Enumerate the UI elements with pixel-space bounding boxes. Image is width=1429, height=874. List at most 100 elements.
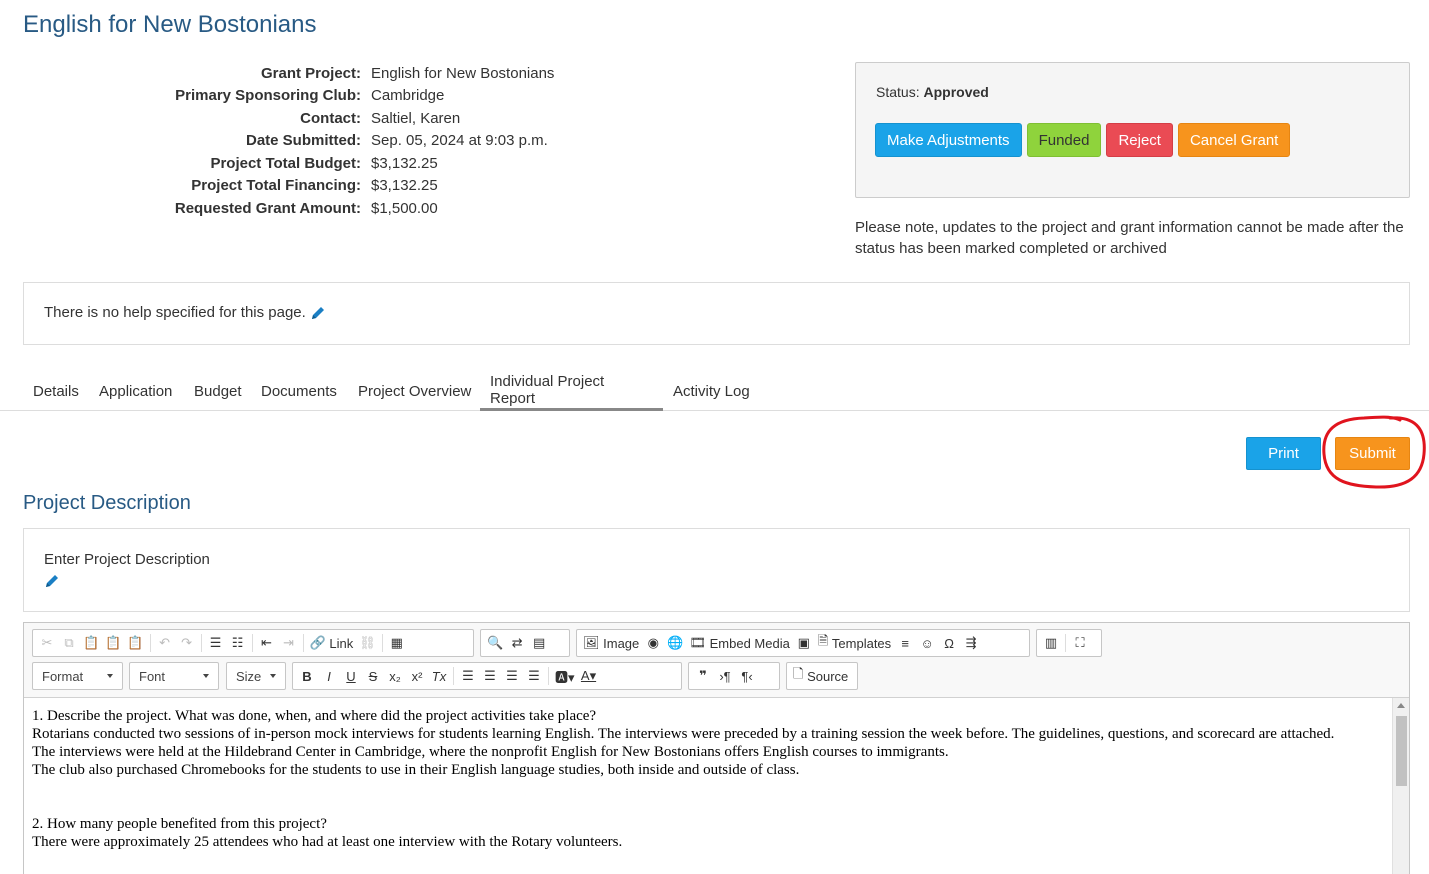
scroll-up-arrow-icon[interactable]	[1397, 703, 1405, 708]
special-char-icon[interactable]: Ω	[938, 632, 960, 654]
editor-line: Rotarians conducted two sessions of in-p…	[32, 726, 1335, 742]
toolbar-group-block: ❞ ›¶ ¶‹	[688, 662, 780, 690]
editor-scrollbar[interactable]	[1392, 698, 1409, 874]
tab-budget[interactable]: Budget	[184, 372, 252, 411]
link-label: Link	[329, 635, 354, 651]
redo-icon[interactable]: ↷	[176, 632, 198, 654]
maximize-icon[interactable]: ⛶	[1069, 632, 1091, 654]
paste-icon[interactable]: 📋	[80, 632, 102, 654]
bulleted-list-icon[interactable]: ☷	[227, 632, 249, 654]
size-label: Size	[236, 668, 262, 684]
make-adjustments-button[interactable]: Make Adjustments	[875, 123, 1022, 157]
tab-project-overview[interactable]: Project Overview	[348, 372, 481, 411]
remove-format-icon[interactable]: Tx	[428, 665, 450, 687]
align-justify-icon[interactable]: ☰	[523, 665, 545, 687]
status-line: Status: Approved	[876, 84, 989, 100]
description-prompt: Enter Project Description	[44, 551, 210, 568]
toolbar-group-clipboard: ✂ ⧉ 📋 📋 📋 ↶ ↷ ☰ ☷ ⇤ ⇥ 🔗 Link ⛓ ▦	[32, 629, 474, 657]
blockquote-icon[interactable]: ❞	[692, 665, 714, 687]
strikethrough-icon[interactable]: S	[362, 665, 384, 687]
templates-button[interactable]: 🗎 Templates	[815, 632, 894, 654]
funded-button[interactable]: Funded	[1026, 123, 1102, 157]
info-label: Contact:	[300, 109, 361, 127]
info-value: $1,500.00	[371, 199, 438, 217]
flash-icon[interactable]: ◉	[642, 632, 664, 654]
format-dropdown[interactable]: Format	[32, 662, 123, 690]
info-value: $3,132.25	[371, 154, 438, 172]
cancel-grant-button[interactable]: Cancel Grant	[1177, 123, 1291, 157]
tab-individual-project-report[interactable]: Individual Project Report	[480, 372, 663, 411]
horizontal-rule-icon[interactable]: ≡	[894, 632, 916, 654]
info-label: Requested Grant Amount:	[174, 199, 361, 217]
size-dropdown[interactable]: Size	[226, 662, 286, 690]
info-row-total-financing: Project Total Financing: $3,132.25	[23, 175, 554, 198]
italic-icon[interactable]: I	[318, 665, 340, 687]
ltr-icon[interactable]: ›¶	[714, 665, 736, 687]
info-label: Project Total Budget:	[210, 154, 361, 172]
superscript-icon[interactable]: x²	[406, 665, 428, 687]
tab-details[interactable]: Details	[23, 372, 89, 411]
scroll-thumb[interactable]	[1396, 716, 1407, 786]
editor-line: 1. Describe the project. What was done, …	[32, 708, 597, 724]
section-title: Project Description	[23, 492, 191, 514]
embed-media-button[interactable]: 🎞 Embed Media	[686, 632, 792, 654]
image-button[interactable]: 🖼 Image	[580, 632, 642, 654]
toolbar-group-view: ▥ ⛶	[1036, 629, 1102, 657]
grant-info: Grant Project: English for New Bostonians…	[23, 62, 555, 220]
smiley-icon[interactable]: ☺	[916, 632, 938, 654]
find-icon[interactable]: 🔍	[484, 632, 506, 654]
unlink-icon[interactable]: ⛓	[356, 632, 379, 654]
align-left-icon[interactable]: ☰	[457, 665, 479, 687]
paste-word-icon[interactable]: 📋	[124, 632, 146, 654]
pencil-icon[interactable]	[44, 573, 60, 589]
spellcheck-icon[interactable]: ▤	[528, 632, 550, 654]
page-break-icon[interactable]: ⇶	[960, 632, 982, 654]
tab-activity-log[interactable]: Activity Log	[663, 372, 760, 411]
numbered-list-icon[interactable]: ☰	[205, 632, 227, 654]
cut-icon[interactable]: ✂	[36, 632, 58, 654]
separator	[149, 634, 151, 652]
status-actions: Make Adjustments Funded Reject Cancel Gr…	[875, 123, 1291, 157]
iframe-icon[interactable]: 🌐	[664, 632, 686, 654]
pencil-icon[interactable]	[310, 305, 326, 321]
link-button[interactable]: 🔗 Link	[307, 632, 357, 654]
editor-toolbar: ✂ ⧉ 📋 📋 📋 ↶ ↷ ☰ ☷ ⇤ ⇥ 🔗 Link ⛓ ▦ 🔍 ⇄ ▤ 🖼…	[24, 623, 1409, 698]
separator	[453, 667, 454, 685]
undo-icon[interactable]: ↶	[154, 632, 176, 654]
print-button[interactable]: Print	[1246, 437, 1321, 470]
format-label: Format	[42, 668, 84, 684]
toolbar-group-insert: 🖼 Image ◉ 🌐 🎞 Embed Media ▣ 🗎 Templates …	[576, 629, 1030, 657]
reject-button[interactable]: Reject	[1106, 123, 1173, 157]
embed-media-label: Embed Media	[709, 635, 790, 651]
text-color-icon[interactable]: A▾	[578, 665, 600, 687]
paste-text-icon[interactable]: 📋	[102, 632, 124, 654]
chevron-down-icon	[270, 674, 276, 678]
info-label: Date Submitted:	[245, 132, 361, 150]
underline-icon[interactable]: U	[340, 665, 362, 687]
align-center-icon[interactable]: ☰	[479, 665, 501, 687]
rtl-icon[interactable]: ¶‹	[736, 665, 758, 687]
info-value: English for New Bostonians	[371, 64, 555, 82]
table-icon[interactable]: ▦	[386, 632, 408, 654]
youtube-icon[interactable]: ▣	[793, 632, 815, 654]
font-dropdown[interactable]: Font	[129, 662, 219, 690]
source-button[interactable]: 🗋 Source	[790, 665, 851, 687]
editor-content[interactable]: 1. Describe the project. What was done, …	[24, 698, 1392, 874]
tab-application[interactable]: Application	[89, 372, 182, 411]
status-panel: Status: Approved Make Adjustments Funded…	[855, 62, 1410, 198]
bold-icon[interactable]: B	[296, 665, 318, 687]
source-icon: 🗋	[793, 666, 804, 681]
decrease-indent-icon[interactable]: ⇤	[256, 632, 278, 654]
align-right-icon[interactable]: ☰	[501, 665, 523, 687]
toolbar-group-find: 🔍 ⇄ ▤	[480, 629, 570, 657]
copy-icon[interactable]: ⧉	[58, 632, 80, 654]
subscript-icon[interactable]: x₂	[384, 665, 406, 687]
info-label: Grant Project:	[260, 64, 361, 82]
increase-indent-icon[interactable]: ⇥	[278, 632, 300, 654]
show-blocks-icon[interactable]: ▥	[1040, 632, 1062, 654]
background-color-icon[interactable]: 🅰▾	[552, 665, 578, 687]
replace-icon[interactable]: ⇄	[506, 632, 528, 654]
tab-documents[interactable]: Documents	[251, 372, 347, 411]
info-label: Project Total Financing:	[191, 177, 361, 195]
info-value: Sep. 05, 2024 at 9:03 p.m.	[371, 132, 548, 150]
